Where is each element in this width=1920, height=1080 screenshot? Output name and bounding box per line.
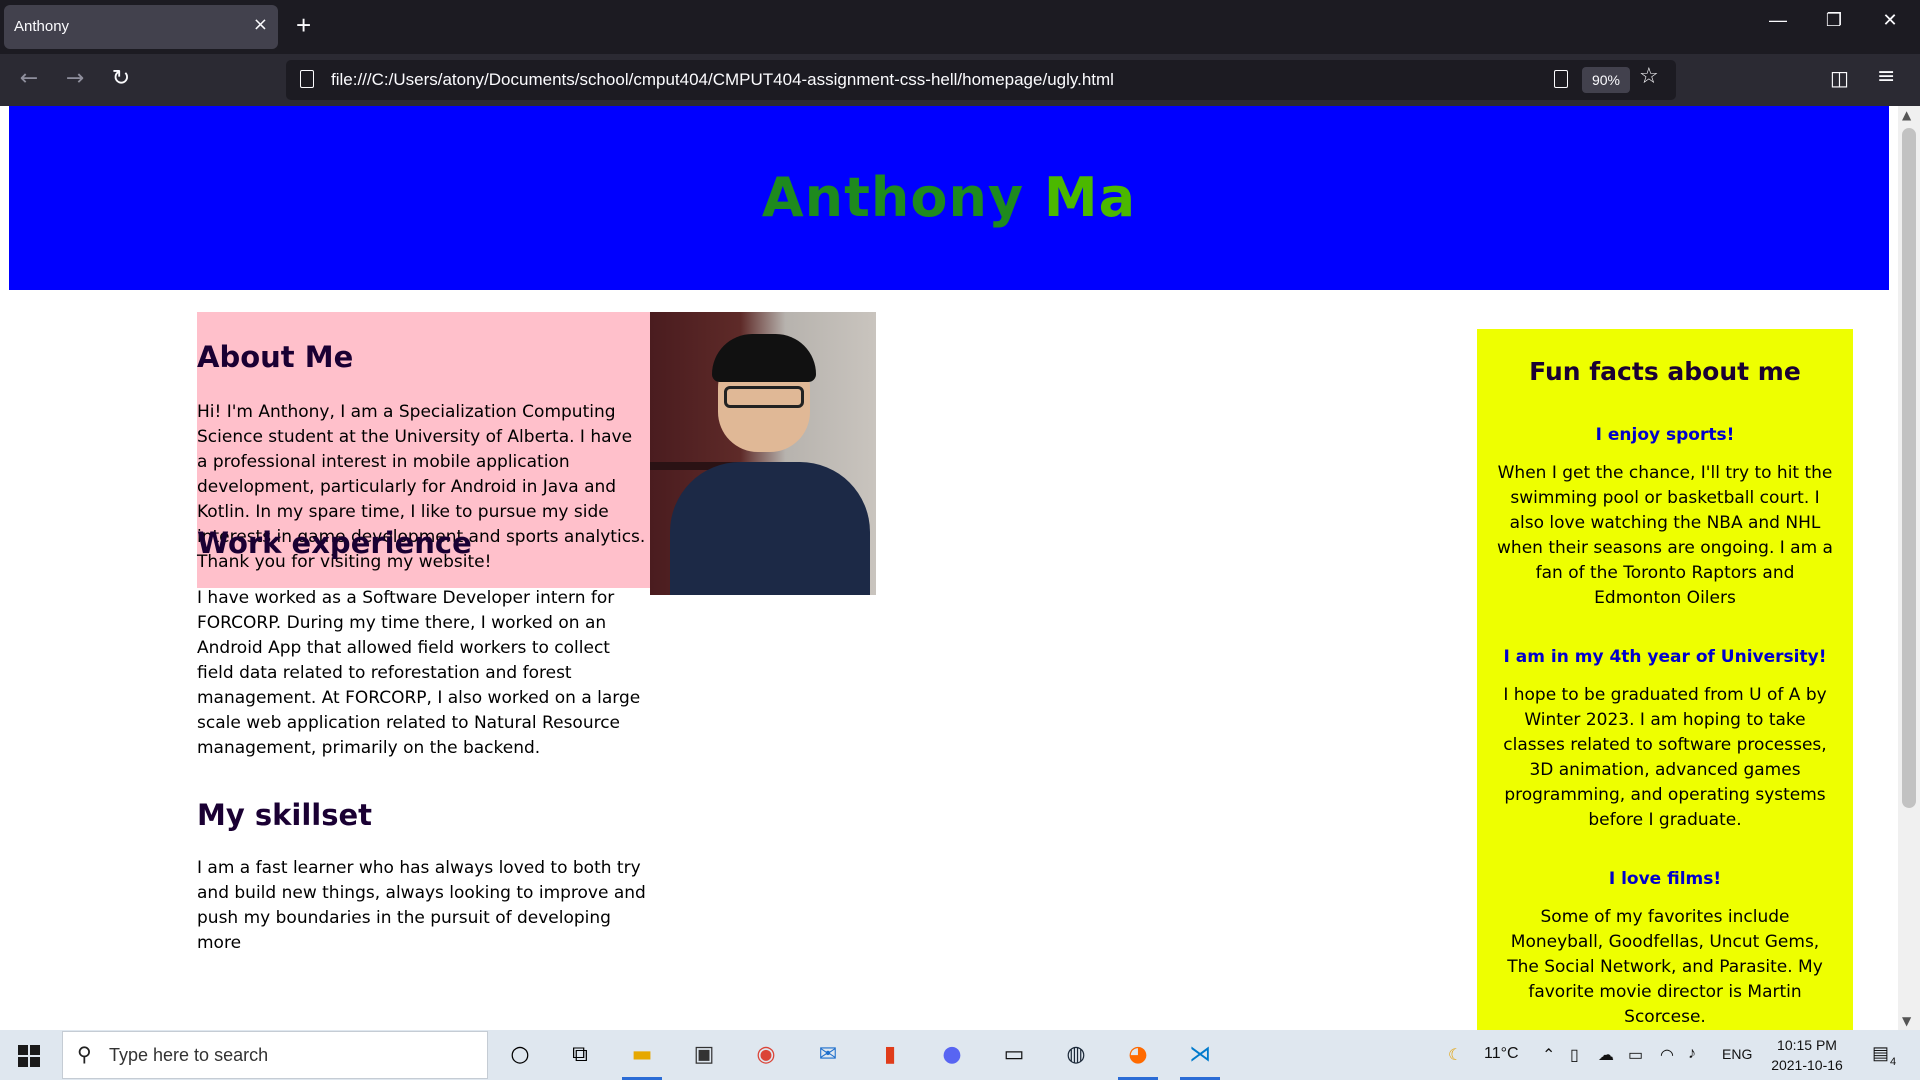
fact-heading: I enjoy sports! — [1595, 425, 1735, 445]
name-last: Ma — [1043, 166, 1137, 229]
vertical-scrollbar[interactable]: ▲ ▼ — [1898, 106, 1920, 1030]
weather-temp[interactable]: 11°C — [1484, 1045, 1519, 1063]
clock-time: 10:15 PM — [1777, 1037, 1837, 1053]
device-icon[interactable]: ▯ — [1570, 1045, 1579, 1065]
new-tab-button[interactable]: + — [296, 10, 311, 41]
about-heading: About Me — [197, 340, 354, 374]
taskbar-clock[interactable]: 10:15 PM 2021-10-16 — [1764, 1035, 1850, 1075]
address-bar[interactable]: file:///C:/Users/atony/Documents/school/… — [286, 60, 1676, 100]
page-viewport: Anthony Ma About Me Hi! I'm Anthony, I a… — [0, 106, 1898, 1030]
close-window-icon[interactable]: ✕ — [1870, 10, 1910, 31]
fun-facts-panel: Fun facts about me I enjoy sports! When … — [1477, 329, 1853, 1030]
search-placeholder: Type here to search — [109, 1045, 269, 1065]
language-indicator[interactable]: ENG — [1722, 1046, 1752, 1062]
restore-icon[interactable]: ❐ — [1814, 10, 1854, 31]
reload-icon[interactable]: ↻ — [106, 66, 136, 94]
scroll-up-icon[interactable]: ▲ — [1902, 108, 1911, 122]
work-text: I have worked as a Software Developer in… — [197, 588, 641, 758]
hamburger-menu-icon[interactable]: ≡ — [1877, 64, 1895, 89]
onedrive-icon[interactable]: ☁ — [1598, 1045, 1614, 1065]
work-heading: Work experience — [197, 526, 472, 560]
vscode-icon[interactable]: ⋊ — [1180, 1038, 1220, 1080]
tab-title: Anthony — [14, 18, 70, 35]
notifications-icon[interactable]: ▤ — [1872, 1043, 1889, 1064]
profile-photo — [650, 312, 876, 595]
fact-text: I hope to be graduated from U of A by Wi… — [1503, 685, 1827, 830]
fact-heading: I love films! — [1608, 869, 1722, 889]
zoom-level[interactable]: 90% — [1582, 67, 1630, 93]
browser-navbar: ← → ↻ file:///C:/Users/atony/Documents/s… — [0, 54, 1920, 106]
notification-count: 4 — [1890, 1056, 1897, 1068]
discord-icon[interactable]: ● — [932, 1038, 972, 1072]
skills-text: I am a fast learner who has always loved… — [197, 858, 646, 953]
page-title: Anthony Ma — [9, 166, 1889, 229]
bookmark-star-icon[interactable]: ☆ — [1639, 64, 1659, 89]
forward-icon[interactable]: → — [60, 66, 90, 94]
store-icon[interactable]: ▣ — [684, 1038, 724, 1072]
clock-date: 2021-10-16 — [1771, 1057, 1843, 1073]
skills-heading: My skillset — [197, 798, 373, 832]
browser-tab-strip: Anthony × + — ❐ ✕ — [0, 0, 1920, 54]
wifi-icon[interactable]: ◠ — [1660, 1045, 1674, 1065]
mail-icon[interactable]: ✉ — [808, 1038, 848, 1072]
scroll-down-icon[interactable]: ▼ — [1902, 1014, 1911, 1028]
fact-heading: I am in my 4th year of University! — [1503, 647, 1827, 667]
reader-view-icon[interactable] — [1554, 70, 1568, 88]
address-text[interactable]: file:///C:/Users/atony/Documents/school/… — [331, 70, 1114, 90]
show-hidden-icons-icon[interactable]: ⌃ — [1542, 1045, 1555, 1065]
page-icon — [300, 70, 314, 88]
windows-taskbar: ⚲ Type here to search ○ ⧉ ▬ ▣ ◉ ✉ ▮ ● ▭ … — [0, 1030, 1920, 1080]
terminal-icon[interactable]: ▭ — [994, 1038, 1034, 1072]
firefox-icon[interactable]: ◕ — [1118, 1038, 1158, 1080]
minimize-icon[interactable]: — — [1758, 10, 1798, 31]
cortana-icon[interactable]: ○ — [500, 1038, 540, 1072]
steam-icon[interactable]: ◍ — [1056, 1038, 1096, 1072]
volume-icon[interactable]: ♪ — [1688, 1045, 1696, 1063]
close-tab-icon[interactable]: × — [253, 14, 268, 35]
name-first: Anthony — [761, 166, 1025, 229]
header-banner: Anthony Ma — [9, 106, 1889, 290]
fact-text: When I get the chance, I'll try to hit t… — [1497, 463, 1833, 608]
file-explorer-icon[interactable]: ▬ — [622, 1038, 662, 1080]
fun-facts-title: Fun facts about me — [1529, 357, 1801, 386]
weather-icon[interactable]: ☾ — [1448, 1045, 1462, 1065]
battery-icon[interactable]: ▭ — [1628, 1045, 1643, 1065]
pocket-icon[interactable]: ◫ — [1830, 66, 1849, 90]
back-icon[interactable]: ← — [14, 66, 44, 94]
office-icon[interactable]: ▮ — [870, 1038, 910, 1072]
windows-start-icon[interactable] — [18, 1045, 40, 1067]
task-view-icon[interactable]: ⧉ — [560, 1038, 600, 1072]
browser-tab[interactable]: Anthony × — [4, 5, 278, 49]
chrome-icon[interactable]: ◉ — [746, 1038, 786, 1072]
search-icon: ⚲ — [77, 1042, 92, 1066]
scrollbar-thumb[interactable] — [1902, 128, 1916, 808]
fact-text: Some of my favorites include Moneyball, … — [1507, 907, 1823, 1027]
taskbar-search-box[interactable]: ⚲ Type here to search — [62, 1031, 488, 1079]
